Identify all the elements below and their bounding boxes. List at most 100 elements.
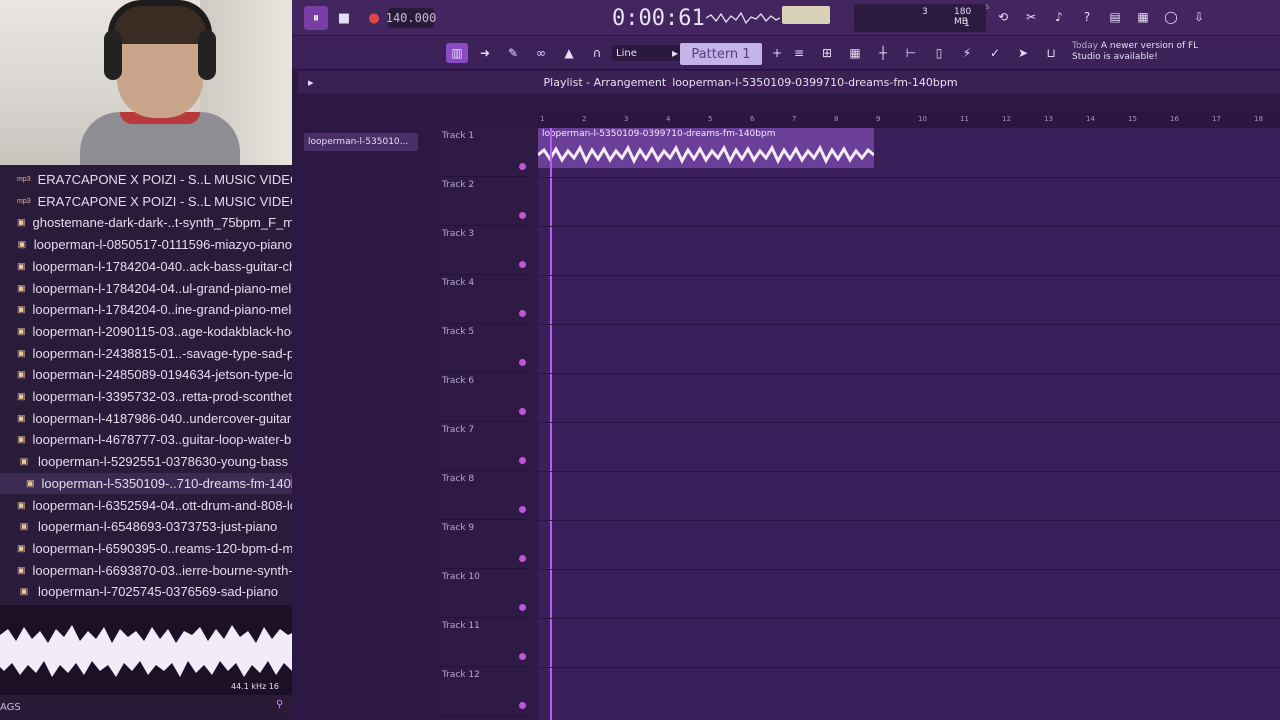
track-mute-icon[interactable] — [519, 604, 526, 611]
record-button[interactable]: ● — [362, 6, 386, 30]
track-header[interactable]: Track 2 — [438, 177, 530, 226]
browser-item[interactable]: ▣ looperman-l-3395732-03..retta-prod-scon… — [0, 386, 292, 407]
voices-value: 1 — [964, 19, 970, 29]
memory-value: 180 MB — [954, 7, 972, 27]
cpu-value: 3 — [922, 7, 928, 17]
track-header[interactable]: Track 9 — [438, 520, 530, 569]
browser-item[interactable]: ▣ ghostemane-dark-dark-..t-synth_75bpm_F_… — [0, 212, 292, 233]
audio-file-icon: ▣ — [17, 412, 26, 423]
track-header[interactable]: Track 12 — [438, 667, 530, 716]
track-mute-icon[interactable] — [519, 457, 526, 464]
browser-item[interactable]: ▣ looperman-l-5292551-0378630-young-bass — [0, 451, 292, 472]
magnet-icon[interactable]: ∩ — [586, 43, 608, 63]
audio-clip[interactable]: looperman-l-5350109-0399710-dreams-fm-14… — [538, 128, 874, 168]
audio-file-icon: ▣ — [17, 499, 26, 510]
track-header[interactable]: Track 11 — [438, 618, 530, 667]
play-button[interactable]: ⏸ — [304, 6, 328, 30]
browser-item[interactable]: ▣ looperman-l-6548693-0373753-just-piano — [0, 516, 292, 537]
link-icon[interactable]: ∞ — [530, 43, 552, 63]
timeline-ruler[interactable]: 1 2 3 4 5 6 7 8 9 10 11 12 13 14 15 16 17 18 — [538, 112, 1280, 128]
chat-icon[interactable]: ◯ — [1160, 6, 1182, 28]
pencil-icon[interactable]: ✎ — [502, 43, 524, 63]
track-header[interactable]: Track 1 — [438, 128, 530, 177]
track-header[interactable]: Track 3 — [438, 226, 530, 275]
stop-button[interactable]: ■ — [332, 6, 356, 30]
eq-icon[interactable]: ┼ — [872, 43, 894, 63]
playlist-icon[interactable]: ▥ — [446, 43, 468, 63]
track-mute-icon[interactable] — [519, 163, 526, 170]
download-icon[interactable]: ⇩ — [1188, 6, 1210, 28]
help-icon[interactable]: ? — [1076, 6, 1098, 28]
channel-rack-icon[interactable]: ▦ — [844, 43, 866, 63]
cut-icon[interactable]: ✂ — [1020, 6, 1042, 28]
browser-item[interactable]: ▣ looperman-l-0850517-0111596-miazyo-pian… — [0, 234, 292, 255]
track-mute-icon[interactable] — [519, 359, 526, 366]
track-mute-icon[interactable] — [519, 653, 526, 660]
add-pattern-icon[interactable]: + — [766, 43, 788, 63]
tempo-display[interactable]: 140.000 — [386, 8, 436, 28]
browser-item[interactable]: mp3 ERA7CAPONE X POIZI - S..L MUSIC VIDEO… — [0, 191, 292, 212]
share-icon[interactable]: ➤ — [1012, 43, 1034, 63]
playhead[interactable] — [550, 128, 552, 720]
browser-item[interactable]: ▣ looperman-l-1784204-04..ul-grand-piano-… — [0, 278, 292, 299]
tree-icon[interactable]: ⊢ — [900, 43, 922, 63]
plugin-icon[interactable]: ⚡ — [956, 43, 978, 63]
browser-item[interactable]: ▣ looperman-l-4187986-040..undercover-gui… — [0, 408, 292, 429]
track-header[interactable]: Track 10 — [438, 569, 530, 618]
playlist-title-bar: ▸ Playlist - Arrangement looperman-l-535… — [298, 71, 1280, 93]
memory-panel: 3 180 MB 1 — [854, 4, 986, 32]
track-header[interactable]: Track 6 — [438, 373, 530, 422]
save-icon[interactable]: ▤ — [1104, 6, 1126, 28]
mic-icon[interactable]: ♪ — [1048, 6, 1070, 28]
arrow-icon[interactable]: ➜ — [474, 43, 496, 63]
track-mute-icon[interactable] — [519, 212, 526, 219]
browser-item[interactable]: ▣ looperman-l-2090115-03..age-kodakblack-… — [0, 321, 292, 342]
track-mute-icon[interactable] — [519, 408, 526, 415]
browser-item[interactable]: ▣ looperman-l-5350109-..710-dreams-fm-140… — [0, 472, 292, 494]
track-divider — [538, 569, 1280, 570]
stamp-icon[interactable]: ▲ — [558, 43, 580, 63]
track-header[interactable]: Track 4 — [438, 275, 530, 324]
browser-item[interactable]: ▣ looperman-l-2485089-0194634-jetson-type… — [0, 364, 292, 385]
browser-item[interactable]: ▣ looperman-l-4678777-03..guitar-loop-wat… — [0, 429, 292, 450]
mixer-icon[interactable]: ≡ — [788, 43, 810, 63]
track-mute-icon[interactable] — [519, 702, 526, 709]
track-header[interactable]: Track 5 — [438, 324, 530, 373]
pattern-clip-item[interactable]: looperman-l-535010... — [304, 133, 418, 151]
update-news[interactable]: Today A newer version of FL Studio is av… — [1072, 41, 1222, 63]
track-mute-icon[interactable] — [519, 506, 526, 513]
track-mute-icon[interactable] — [519, 555, 526, 562]
browser-item[interactable]: ▣ looperman-l-6590395-0..reams-120-bpm-d-… — [0, 538, 292, 559]
browser-item[interactable]: mp3 ERA7CAPONE X POIZI - S..L MUSIC VIDEO… — [0, 169, 292, 190]
track-mute-icon[interactable] — [519, 310, 526, 317]
pattern-selector[interactable]: Pattern 1 — [680, 43, 762, 65]
track-divider — [538, 226, 1280, 227]
undo-icon[interactable]: ⟲ — [992, 6, 1014, 28]
cart-icon[interactable]: ⊔ — [1040, 43, 1062, 63]
browser-item[interactable]: ▣ looperman-l-1784204-040..ack-bass-guita… — [0, 256, 292, 277]
play-icon[interactable]: ▸ — [308, 76, 314, 89]
tools-icon[interactable]: ✓ — [984, 43, 1006, 63]
song-time-display[interactable]: 0:00:61 — [612, 4, 712, 32]
file-icon[interactable]: ▯ — [928, 43, 950, 63]
browser-item[interactable]: ▣ looperman-l-6693870-03..ierre-bourne-sy… — [0, 560, 292, 581]
browser-item-label: looperman-l-7025745-0376569-sad-piano — [38, 584, 278, 600]
track-mute-icon[interactable] — [519, 261, 526, 268]
browser-item[interactable]: ▣ looperman-l-6352594-04..ott-drum-and-80… — [0, 495, 292, 516]
cpu-meter — [782, 6, 830, 24]
ruler-bar-number: 5 — [708, 115, 713, 123]
ruler-bar-number: 1 — [540, 115, 545, 123]
piano-roll-icon[interactable]: ⊞ — [816, 43, 838, 63]
render-icon[interactable]: ▦ — [1132, 6, 1154, 28]
browser-item-label: looperman-l-2485089-0194634-jetson-type-… — [32, 367, 292, 383]
track-header[interactable]: Track 7 — [438, 422, 530, 471]
track-header[interactable]: Track 8 — [438, 471, 530, 520]
playlist-grid[interactable]: looperman-l-5350109-0399710-dreams-fm-14… — [538, 128, 1280, 720]
track-label: Track 8 — [442, 474, 475, 484]
search-icon[interactable]: ⚲ — [276, 699, 283, 710]
browser-item[interactable]: ▣ looperman-l-1784204-0..ine-grand-piano-… — [0, 299, 292, 320]
track-divider — [538, 177, 1280, 178]
browser-item[interactable]: ▣ looperman-l-2438815-01..-savage-type-sa… — [0, 343, 292, 364]
track-divider — [538, 275, 1280, 276]
browser-item[interactable]: ▣ looperman-l-7025745-0376569-sad-piano — [0, 581, 292, 602]
